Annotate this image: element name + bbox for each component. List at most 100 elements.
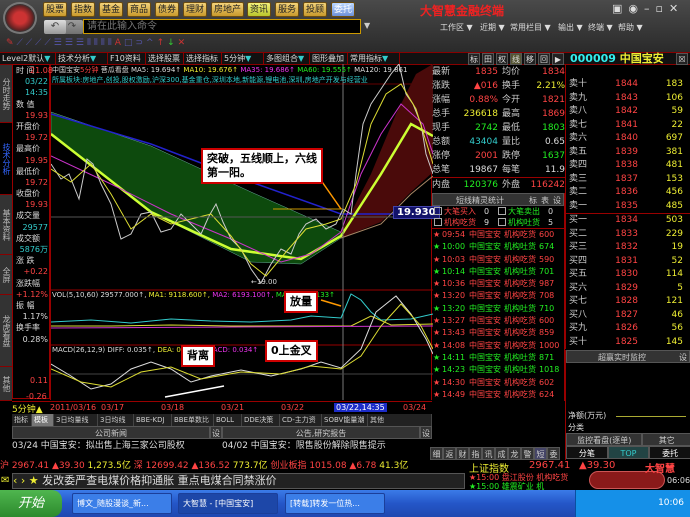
view-button-4[interactable]: 移 <box>524 53 536 65</box>
checkbox[interactable] <box>498 218 506 226</box>
right-menu-4[interactable]: 终端 ▼ <box>588 22 613 33</box>
task-dazhihui[interactable]: 大智慧 - [中国宝安] <box>178 493 278 514</box>
announcements-tab[interactable]: 公告,研究报告 <box>222 426 420 439</box>
monitor-subtab-1[interactable]: 其它 <box>642 433 690 446</box>
announcements-settings[interactable]: 设 <box>420 426 432 439</box>
right-menu-5[interactable]: 帮助 ▼ <box>618 22 643 33</box>
bid-row[interactable]: 买十 1825 145 <box>566 336 690 350</box>
menu-7[interactable]: 资讯 <box>247 2 272 17</box>
menu-3[interactable]: 商品 <box>127 2 152 17</box>
task-blog[interactable]: 博文_随股漫谈_新... <box>72 493 172 514</box>
kline-chart[interactable]: 中国宝安5分钟 菩瓜看盘 MA5: 19.694↑ MA10: 19.676↑ … <box>50 64 433 400</box>
indicator-tab-3[interactable]: 3日均线 <box>98 414 134 426</box>
menu-4[interactable]: 债券 <box>155 2 180 17</box>
forward-button[interactable]: ↷ <box>61 20 83 34</box>
menu-2[interactable]: 基金 <box>99 2 124 17</box>
elf-row[interactable]: ★ 09:54 中国宝安 机构吃货 600 <box>432 229 564 241</box>
elf-row[interactable]: ★ 10:00 中国宝安 机构吐货 674 <box>432 241 564 253</box>
elf-row[interactable]: ★ 13:20 中国宝安 机构吐货 710 <box>432 303 564 315</box>
indicator-tab-7[interactable]: DDE决策 <box>242 414 280 426</box>
bid-row[interactable]: 买九 1826 56 <box>566 322 690 336</box>
view-button-0[interactable]: 标 <box>468 53 480 65</box>
ask-row[interactable]: 卖三 1837 153 <box>566 173 690 187</box>
bottom-tab-2[interactable]: 委托 <box>649 446 690 459</box>
ask-row[interactable]: 卖十 1844 183 <box>566 78 690 92</box>
elf-row[interactable]: ★ 10:14 中国宝安 机构吐货 701 <box>432 266 564 278</box>
mail-icon[interactable]: ✉ <box>1 475 9 486</box>
elf-row[interactable]: ★ 14:23 中国宝安 机构吐货 1018 <box>432 364 564 376</box>
scrolling-news[interactable]: ‹ › ★ 发改委严查电煤价格抑通胀 重点电煤合同禁涨价 <box>12 473 465 489</box>
elf-row[interactable]: ★ 14:49 中国宝安 机构吃货 624 <box>432 389 564 401</box>
bid-row[interactable]: 买八 1827 46 <box>566 309 690 323</box>
bid-row[interactable]: 买一 1834 503 <box>566 214 690 228</box>
ask-row[interactable]: 卖六 1840 697 <box>566 132 690 146</box>
ask-row[interactable]: 卖四 1838 481 <box>566 159 690 173</box>
ask-row[interactable]: 卖二 1836 456 <box>566 186 690 200</box>
menu-9[interactable]: 投顾 <box>303 2 328 17</box>
mini-tab-6[interactable]: 龙 <box>508 447 521 460</box>
menu-0[interactable]: 股票 <box>43 2 68 17</box>
view-button-5[interactable]: 回 <box>538 53 550 65</box>
right-menu-0[interactable]: 工作区 ▼ <box>440 22 473 33</box>
indicator-tab-1[interactable]: 模板 <box>32 414 54 426</box>
elf-row[interactable]: ★ 13:43 中国宝安 机构吃货 859 <box>432 327 564 339</box>
indicator-tab-2[interactable]: 3日均量线 <box>54 414 98 426</box>
indicator-tab-4[interactable]: BBE-KDJ <box>134 414 172 426</box>
mini-tab-4[interactable]: 讯 <box>482 447 495 460</box>
news-item-right[interactable]: 04/02 中国宝安：限售股份解除限售提示 <box>222 439 432 453</box>
right-menu-1[interactable]: 近期 ▼ <box>480 22 505 33</box>
bottom-tab-0[interactable]: 分笔 <box>566 446 608 459</box>
monitor-subtab-0[interactable]: 监控看盘(逐单) <box>566 433 643 446</box>
menu-5[interactable]: 理财 <box>183 2 208 17</box>
mini-tab-9[interactable]: 委 <box>547 447 560 460</box>
window-controls[interactable]: ▣◉–▫✕ <box>612 2 684 15</box>
menu-10[interactable]: 委托 <box>331 2 356 17</box>
checkbox[interactable] <box>498 207 506 215</box>
scroll-controls-icon[interactable]: ‹ › ★ <box>13 474 42 487</box>
side-tab-5[interactable]: 其他 <box>0 367 12 401</box>
command-input[interactable] <box>83 19 361 34</box>
bottom-tab-1[interactable]: TOP <box>607 446 650 459</box>
side-tab-4[interactable]: 龙虎看盘 <box>0 295 12 367</box>
mini-tab-7[interactable]: 警 <box>521 447 534 460</box>
bid-row[interactable]: 买四 1831 52 <box>566 255 690 269</box>
company-news-settings[interactable]: 设 <box>210 426 222 439</box>
side-tab-1[interactable]: 技术分析 <box>0 123 12 195</box>
news-item-left[interactable]: 03/24 中国宝安：拟出售上海三家公司股权 <box>12 439 222 453</box>
mini-tab-8[interactable]: 短 <box>534 447 547 460</box>
indicator-tab-9[interactable]: SOBV能量潮 <box>322 414 368 426</box>
bid-row[interactable]: 买三 1832 19 <box>566 241 690 255</box>
menu-1[interactable]: 指数 <box>71 2 96 17</box>
side-tab-2[interactable]: 基本资料 <box>0 195 12 255</box>
side-tab-3[interactable]: 全屏 <box>0 255 12 295</box>
view-button-3[interactable]: 线 <box>510 53 522 65</box>
indicator-tab-6[interactable]: BOLL <box>214 414 242 426</box>
mini-tab-3[interactable]: 指 <box>469 447 482 460</box>
right-menu-3[interactable]: 输出 ▼ <box>558 22 583 33</box>
bid-row[interactable]: 买七 1828 121 <box>566 295 690 309</box>
command-dropdown[interactable]: ▼ <box>364 21 370 30</box>
elf-row[interactable]: ★ 10:36 中国宝安 机构吃货 987 <box>432 278 564 290</box>
view-button-1[interactable]: 田 <box>482 53 494 65</box>
ask-row[interactable]: 卖五 1839 381 <box>566 146 690 160</box>
ask-row[interactable]: 卖九 1843 106 <box>566 92 690 106</box>
elf-row[interactable]: ★ 14:08 中国宝安 机构吃货 1000 <box>432 340 564 352</box>
mini-tab-1[interactable]: 返 <box>443 447 456 460</box>
drawing-tools[interactable]: ✎⟋⟋⟋⟋☰☰☰⦀⦀⦀⦀A□⊃^↑↓✕ <box>6 38 188 50</box>
task-repost[interactable]: [转载]转发一位热... <box>285 493 385 514</box>
elf-button-0[interactable]: 标 <box>527 196 539 205</box>
elf-row[interactable]: ★ 13:27 中国宝安 机构吃货 600 <box>432 315 564 327</box>
ask-row[interactable]: 卖一 1835 485 <box>566 200 690 214</box>
mini-tab-5[interactable]: 成 <box>495 447 508 460</box>
view-button-2[interactable]: 权 <box>496 53 508 65</box>
bid-row[interactable]: 买五 1830 114 <box>566 268 690 282</box>
elf-row[interactable]: ★ 13:20 中国宝安 机构吃货 708 <box>432 290 564 302</box>
checkbox[interactable] <box>434 207 442 215</box>
indicator-tab-5[interactable]: BBE单数比 <box>172 414 214 426</box>
elf-button-1[interactable]: 表 <box>539 196 551 205</box>
menu-6[interactable]: 房地产 <box>211 2 245 17</box>
indicator-tab-10[interactable]: 其他 <box>368 414 432 426</box>
elf-row[interactable]: ★ 10:03 中国宝安 机构吃货 590 <box>432 254 564 266</box>
close-panel-button[interactable]: ☒ <box>676 53 688 65</box>
ask-row[interactable]: 卖八 1842 59 <box>566 105 690 119</box>
